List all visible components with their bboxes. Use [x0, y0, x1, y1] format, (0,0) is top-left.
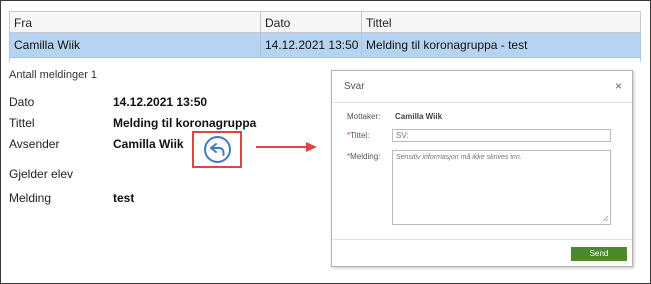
- column-header-title[interactable]: Tittel: [362, 12, 640, 32]
- reply-arrow-icon: [210, 143, 225, 156]
- detail-label-sender: Avsender: [9, 137, 60, 151]
- table-row-gap: [9, 58, 641, 62]
- recipient-value: Camilla Wiik: [395, 112, 443, 121]
- resize-handle-icon[interactable]: [602, 215, 609, 222]
- detail-value-date: 14.12.2021 13:50: [113, 95, 208, 109]
- title-field-label-text: Tittel:: [350, 131, 370, 140]
- title-input[interactable]: [392, 129, 611, 142]
- detail-label-message: Melding: [9, 191, 52, 205]
- recipient-label: Mottaker:: [347, 112, 381, 121]
- detail-label-student: Gjelder elev: [9, 167, 74, 181]
- column-header-from[interactable]: Fra: [10, 12, 261, 32]
- send-button[interactable]: Send: [571, 247, 627, 261]
- message-field-label-text: Melding:: [350, 152, 381, 161]
- message-table: Fra Dato Tittel Camilla Wiik 14.12.2021 …: [9, 11, 641, 62]
- cell-from: Camilla Wiik: [10, 33, 261, 57]
- message-count: Antall meldinger 1: [9, 69, 98, 81]
- column-header-date[interactable]: Dato: [261, 12, 362, 32]
- reply-dialog: Svar × Mottaker: Camilla Wiik *Tittel: *…: [331, 70, 633, 267]
- dialog-footer-divider: [332, 239, 632, 240]
- message-textarea[interactable]: [392, 150, 611, 225]
- annotation-arrow: [256, 142, 317, 152]
- detail-value-title: Melding til koronagruppa: [113, 116, 257, 130]
- table-header: Fra Dato Tittel: [9, 11, 641, 33]
- cell-date: 14.12.2021 13:50: [261, 33, 362, 57]
- dialog-header: Svar ×: [332, 71, 632, 103]
- close-icon[interactable]: ×: [615, 79, 622, 93]
- detail-value-message: test: [113, 191, 135, 205]
- reply-button[interactable]: [204, 136, 231, 163]
- reply-highlight-box: [192, 131, 242, 168]
- detail-value-sender: Camilla Wiik: [113, 137, 184, 151]
- table-row[interactable]: Camilla Wiik 14.12.2021 13:50 Melding ti…: [9, 33, 641, 58]
- cell-title: Melding til koronagruppa - test: [366, 38, 528, 52]
- dialog-title: Svar: [344, 81, 365, 92]
- detail-label-title: Tittel: [9, 116, 35, 130]
- detail-label-date: Dato: [9, 95, 35, 109]
- message-field-label: *Melding:: [347, 152, 380, 161]
- title-field-label: *Tittel:: [347, 131, 369, 140]
